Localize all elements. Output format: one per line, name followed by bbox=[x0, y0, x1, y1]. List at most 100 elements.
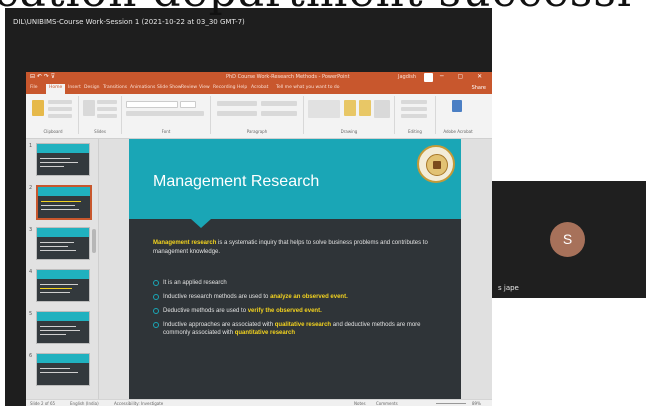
tab-view[interactable]: View bbox=[199, 85, 210, 90]
slide-count: Slide 2 of 65 bbox=[30, 401, 56, 406]
tab-animations[interactable]: Animations bbox=[130, 85, 155, 90]
ribbon-group-clipboard: Clipboard bbox=[28, 96, 79, 134]
list-buttons[interactable] bbox=[217, 101, 257, 106]
slide-thumbnail[interactable] bbox=[36, 269, 90, 302]
quick-access-toolbar[interactable]: ⊟ ↶ ↷ ⊽ bbox=[30, 73, 55, 80]
slide-thumbnail-selected[interactable] bbox=[36, 185, 92, 220]
bullet-text: Inductive approaches are associated with bbox=[163, 322, 275, 328]
find-button[interactable] bbox=[401, 100, 427, 104]
reset-button[interactable] bbox=[97, 107, 117, 111]
tab-review[interactable]: Review bbox=[181, 85, 197, 90]
format-painter-button[interactable] bbox=[48, 114, 72, 118]
ribbon: Clipboard Slides Font Paragraph Drawing … bbox=[26, 94, 492, 139]
overlay-caption: cation department successi bbox=[0, 0, 660, 18]
group-label-acrobat: Adobe Acrobat bbox=[443, 129, 473, 134]
tab-design[interactable]: Design bbox=[84, 85, 100, 90]
slide-thumbnail[interactable] bbox=[36, 353, 90, 386]
group-label-paragraph: Paragraph bbox=[246, 129, 268, 134]
slide-thumbnail[interactable] bbox=[36, 227, 90, 260]
slide-thumbnails-pane: 1 2 3 4 5 6 bbox=[26, 139, 99, 399]
align-buttons[interactable] bbox=[217, 111, 257, 116]
zoom-level[interactable]: 89% bbox=[472, 401, 481, 406]
font-name-select[interactable] bbox=[126, 101, 178, 108]
slide-number: 2 bbox=[29, 185, 33, 191]
language-indicator[interactable]: English (India) bbox=[70, 401, 99, 406]
bullet-item: Inductive approaches are associated with… bbox=[153, 321, 443, 337]
create-pdf-icon[interactable] bbox=[452, 100, 462, 112]
replace-button[interactable] bbox=[401, 107, 427, 111]
user-avatar[interactable] bbox=[424, 73, 433, 82]
ribbon-group-paragraph: Paragraph bbox=[211, 96, 304, 134]
ribbon-group-font: Font bbox=[122, 96, 211, 134]
bullet-circle-icon bbox=[153, 308, 159, 314]
current-slide[interactable]: Management Research Management research … bbox=[129, 139, 461, 399]
intro-term: Management research bbox=[153, 240, 217, 246]
smartart-button[interactable] bbox=[261, 111, 297, 116]
accessibility-status[interactable]: Accessibility: Investigate bbox=[114, 401, 163, 406]
copy-button[interactable] bbox=[48, 107, 72, 111]
ribbon-group-slides: Slides bbox=[79, 96, 122, 134]
intro-paragraph[interactable]: Management research is a systematic inqu… bbox=[153, 239, 433, 257]
bullet-circle-icon bbox=[153, 294, 159, 300]
bullet-highlight: verify the observed event. bbox=[247, 308, 322, 314]
arrange-icon[interactable] bbox=[344, 100, 356, 116]
section-button[interactable] bbox=[97, 114, 117, 118]
notes-button[interactable]: Notes bbox=[354, 401, 366, 406]
tab-slide-show[interactable]: Slide Show bbox=[157, 85, 182, 90]
slide-number: 1 bbox=[29, 143, 33, 149]
background-area bbox=[492, 298, 646, 406]
slide-thumbnail[interactable] bbox=[36, 143, 90, 176]
bullet-highlight: qualitative research bbox=[274, 322, 332, 328]
tab-file[interactable]: File bbox=[30, 85, 38, 90]
shapes-gallery[interactable] bbox=[308, 100, 340, 118]
group-label-editing: Editing bbox=[408, 129, 422, 134]
user-name[interactable]: Jagdish bbox=[398, 74, 416, 80]
cut-button[interactable] bbox=[48, 100, 72, 104]
new-slide-icon[interactable] bbox=[83, 100, 95, 116]
tab-home[interactable]: Home bbox=[46, 84, 66, 94]
paste-icon[interactable] bbox=[32, 100, 44, 116]
bullet-text: It is an applied research bbox=[163, 280, 227, 286]
shape-fill-button[interactable] bbox=[374, 100, 390, 118]
bullet-text: Deductive methods are used to bbox=[163, 308, 248, 314]
participant-name: s jape bbox=[498, 284, 519, 292]
background-area bbox=[646, 0, 660, 406]
tab-transitions[interactable]: Transitions bbox=[103, 85, 127, 90]
slide-title[interactable]: Management Research bbox=[153, 173, 319, 191]
status-bar: Slide 2 of 65 English (India) Accessibil… bbox=[26, 399, 492, 406]
tab-insert[interactable]: Insert bbox=[68, 85, 81, 90]
bullet-highlight: quantitative research bbox=[234, 330, 296, 336]
bullet-text: Inductive research methods are used to bbox=[163, 294, 271, 300]
thumbnail-scrollbar[interactable] bbox=[92, 229, 96, 253]
tab-recording[interactable]: Recording bbox=[213, 85, 236, 90]
font-size-select[interactable] bbox=[180, 101, 196, 108]
ppt-titlebar: ⊟ ↶ ↷ ⊽ PhD Course Work-Research Methods… bbox=[26, 72, 492, 83]
bullet-item: Inductive research methods are used to a… bbox=[153, 293, 443, 301]
slide-number: 6 bbox=[29, 353, 33, 359]
font-format-buttons[interactable] bbox=[126, 111, 204, 116]
tell-me-search[interactable]: Tell me what you want to do bbox=[276, 85, 340, 90]
tab-acrobat[interactable]: Acrobat bbox=[251, 85, 268, 90]
comments-button[interactable]: Comments bbox=[376, 401, 398, 406]
background-area bbox=[492, 8, 646, 181]
bullet-list[interactable]: It is an applied research Inductive rese… bbox=[153, 279, 443, 343]
participant-avatar: S bbox=[550, 222, 585, 257]
institution-logo bbox=[417, 145, 455, 183]
text-direction-button[interactable] bbox=[261, 101, 297, 106]
select-button[interactable] bbox=[401, 114, 427, 118]
share-button[interactable]: Share bbox=[472, 85, 486, 91]
bullet-item: Deductive methods are used to verify the… bbox=[153, 307, 443, 315]
group-label-font: Font bbox=[161, 129, 171, 134]
slide-number: 3 bbox=[29, 227, 33, 233]
zoom-slider[interactable] bbox=[436, 403, 466, 404]
quick-styles-icon[interactable] bbox=[359, 100, 371, 116]
slide-number: 5 bbox=[29, 311, 33, 317]
screen: DIL\UNIBIMS-Course Work-Session 1 (2021-… bbox=[0, 0, 660, 406]
layout-button[interactable] bbox=[97, 100, 117, 104]
slide-thumbnail[interactable] bbox=[36, 311, 90, 344]
group-label-drawing: Drawing bbox=[340, 129, 358, 134]
tab-help[interactable]: Help bbox=[237, 85, 247, 90]
window-controls[interactable]: ─ ▢ ✕ bbox=[440, 73, 488, 80]
participant-video-tile[interactable]: S s jape bbox=[492, 181, 646, 298]
group-label-slides: Slides bbox=[94, 129, 106, 134]
